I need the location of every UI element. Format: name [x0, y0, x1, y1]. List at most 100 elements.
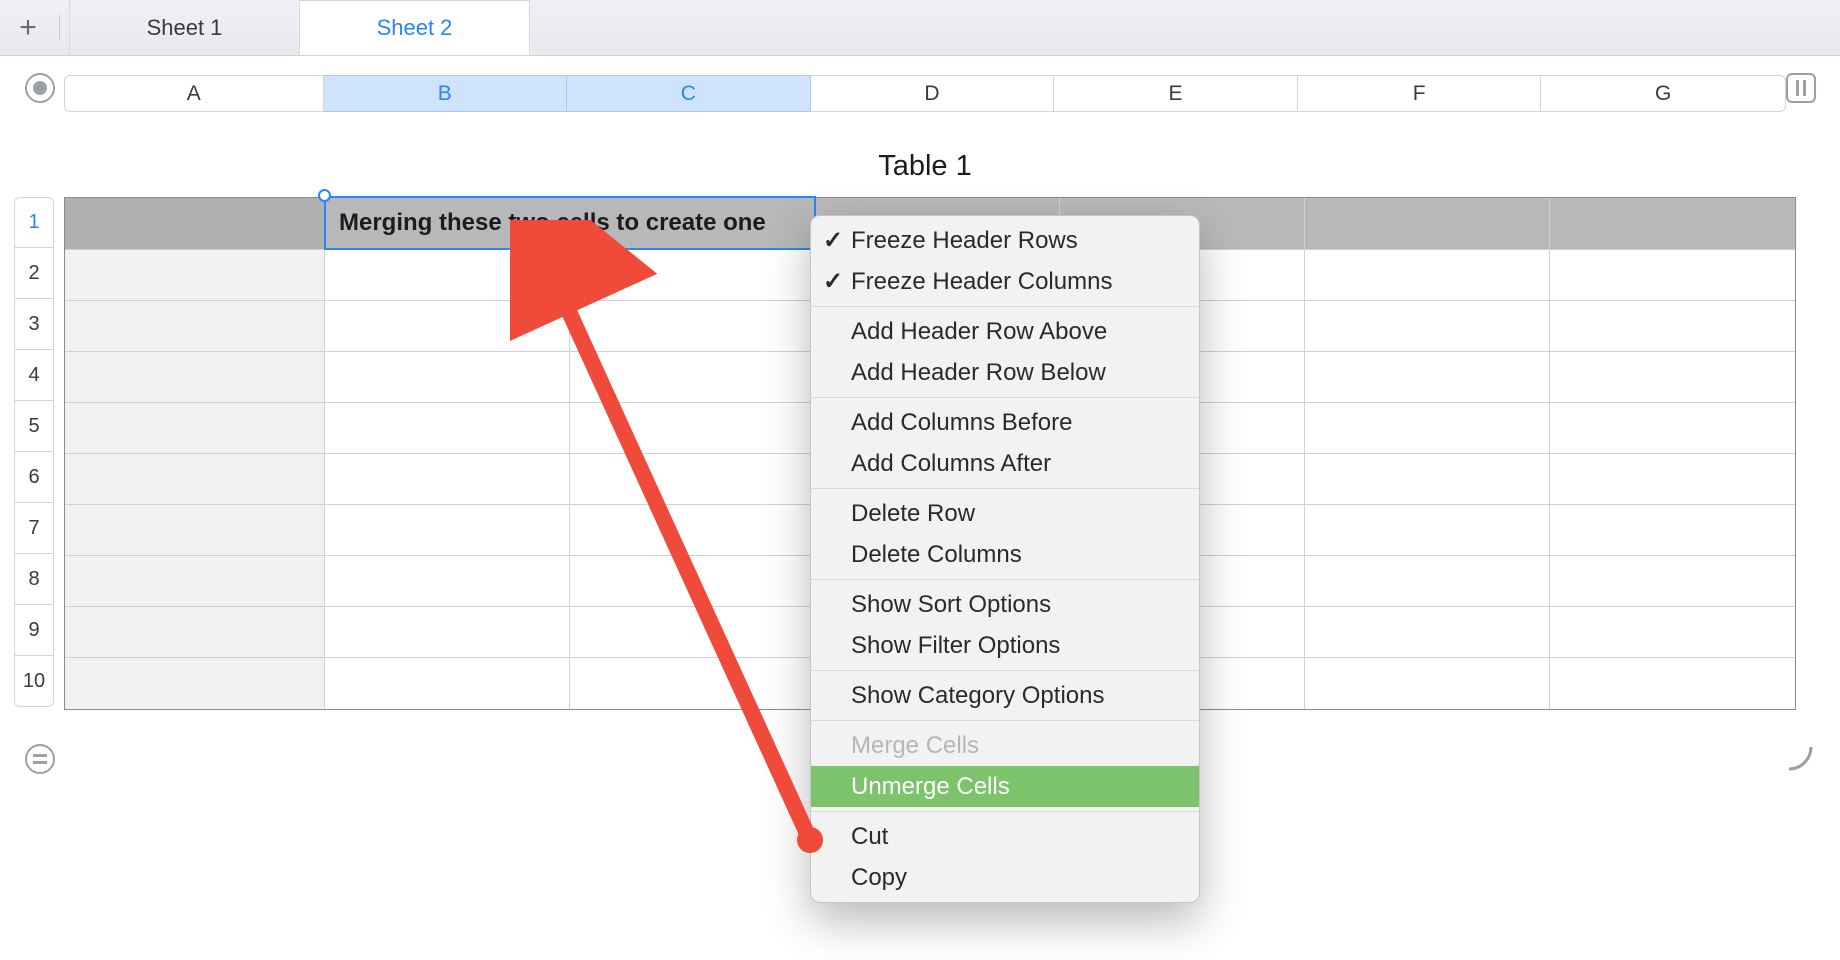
cell[interactable]	[325, 658, 570, 709]
cell[interactable]	[65, 556, 325, 607]
cell[interactable]	[1305, 352, 1550, 403]
tab-sheet-2[interactable]: Sheet 2	[300, 0, 530, 55]
cell[interactable]	[1305, 505, 1550, 556]
row-header-6[interactable]: 6	[14, 452, 54, 503]
column-label: B	[438, 82, 452, 106]
cell[interactable]	[1305, 556, 1550, 607]
row-header-2[interactable]: 2	[14, 248, 54, 299]
menu-freeze-header-rows[interactable]: Freeze Header Rows	[811, 220, 1199, 261]
row-label: 6	[28, 466, 39, 489]
row-headers: 1 2 3 4 5 6 7 8 9 10	[14, 197, 54, 707]
cell[interactable]	[65, 454, 325, 505]
cell[interactable]	[570, 352, 815, 403]
cell[interactable]	[570, 607, 815, 658]
cell[interactable]	[325, 352, 570, 403]
cell[interactable]	[325, 301, 570, 352]
menu-show-sort-options[interactable]: Show Sort Options	[811, 584, 1199, 625]
cell[interactable]	[325, 556, 570, 607]
row-header-8[interactable]: 8	[14, 554, 54, 605]
cell[interactable]	[1550, 607, 1795, 658]
cell[interactable]	[65, 301, 325, 352]
row-header-1[interactable]: 1	[14, 197, 54, 248]
row-header-10[interactable]: 10	[14, 656, 54, 707]
row-header-4[interactable]: 4	[14, 350, 54, 401]
cell[interactable]	[570, 250, 815, 301]
menu-add-columns-before[interactable]: Add Columns Before	[811, 402, 1199, 443]
cell[interactable]	[1305, 607, 1550, 658]
cell[interactable]	[65, 607, 325, 658]
cell[interactable]	[325, 403, 570, 454]
rows-icon	[33, 754, 47, 764]
cell[interactable]	[570, 403, 815, 454]
row-header-7[interactable]: 7	[14, 503, 54, 554]
cell[interactable]	[1550, 352, 1795, 403]
cell[interactable]	[1550, 403, 1795, 454]
sheet-tabbar: + Sheet 1 Sheet 2	[0, 0, 1840, 56]
row-header-5[interactable]: 5	[14, 401, 54, 452]
cell[interactable]	[1305, 658, 1550, 709]
menu-unmerge-cells[interactable]: Unmerge Cells	[811, 766, 1199, 807]
cell[interactable]	[65, 658, 325, 709]
column-label: F	[1413, 82, 1426, 106]
menu-add-columns-after[interactable]: Add Columns After	[811, 443, 1199, 484]
menu-show-filter-options[interactable]: Show Filter Options	[811, 625, 1199, 666]
cell[interactable]	[65, 505, 325, 556]
menu-freeze-header-columns[interactable]: Freeze Header Columns	[811, 261, 1199, 302]
cell[interactable]	[570, 556, 815, 607]
menu-show-category-options[interactable]: Show Category Options	[811, 675, 1199, 716]
cell[interactable]	[65, 198, 325, 250]
cell[interactable]	[325, 607, 570, 658]
add-sheet-button[interactable]: +	[10, 0, 70, 55]
column-header-f[interactable]: F	[1298, 75, 1542, 112]
column-header-c[interactable]: C	[567, 75, 811, 112]
menu-label: Delete Columns	[851, 541, 1022, 568]
tab-label: Sheet 1	[147, 15, 223, 41]
row-label: 7	[28, 517, 39, 540]
column-label: E	[1169, 82, 1183, 106]
tab-sheet-1[interactable]: Sheet 1	[70, 0, 300, 55]
cell[interactable]	[1550, 556, 1795, 607]
cell[interactable]	[1305, 301, 1550, 352]
column-header-e[interactable]: E	[1054, 75, 1298, 112]
cell[interactable]	[1305, 454, 1550, 505]
cell[interactable]	[570, 454, 815, 505]
column-header-b[interactable]: B	[324, 75, 568, 112]
column-header-g[interactable]: G	[1541, 75, 1786, 112]
cell[interactable]	[1550, 301, 1795, 352]
table-title[interactable]: Table 1	[64, 150, 1786, 183]
menu-cut[interactable]: Cut	[811, 816, 1199, 857]
cell[interactable]	[1550, 198, 1795, 250]
context-menu: Freeze Header Rows Freeze Header Columns…	[810, 215, 1200, 903]
cell[interactable]	[65, 250, 325, 301]
cell[interactable]	[570, 658, 815, 709]
menu-add-header-row-above[interactable]: Add Header Row Above	[811, 311, 1199, 352]
row-label: 1	[28, 211, 39, 234]
selection-handle-tl[interactable]	[318, 189, 331, 202]
cell[interactable]	[1305, 250, 1550, 301]
row-header-3[interactable]: 3	[14, 299, 54, 350]
cell[interactable]	[325, 454, 570, 505]
menu-delete-row[interactable]: Delete Row	[811, 493, 1199, 534]
cell[interactable]	[570, 301, 815, 352]
cell[interactable]	[570, 505, 815, 556]
cell[interactable]	[1550, 454, 1795, 505]
cell[interactable]	[65, 403, 325, 454]
cell[interactable]	[1550, 505, 1795, 556]
row-label: 8	[28, 568, 39, 591]
cell[interactable]	[325, 505, 570, 556]
menu-add-header-row-below[interactable]: Add Header Row Below	[811, 352, 1199, 393]
cell[interactable]	[325, 250, 570, 301]
add-row-handle[interactable]	[25, 744, 55, 774]
cell[interactable]	[1550, 250, 1795, 301]
cell[interactable]	[1305, 198, 1550, 250]
menu-delete-columns[interactable]: Delete Columns	[811, 534, 1199, 575]
cell[interactable]	[1305, 403, 1550, 454]
tab-divider	[59, 15, 60, 41]
cell[interactable]	[1550, 658, 1795, 709]
row-header-9[interactable]: 9	[14, 605, 54, 656]
menu-copy[interactable]: Copy	[811, 857, 1199, 898]
column-header-a[interactable]: A	[64, 75, 324, 112]
cell[interactable]	[65, 352, 325, 403]
resize-table-handle[interactable]	[1786, 744, 1816, 774]
column-header-d[interactable]: D	[811, 75, 1055, 112]
